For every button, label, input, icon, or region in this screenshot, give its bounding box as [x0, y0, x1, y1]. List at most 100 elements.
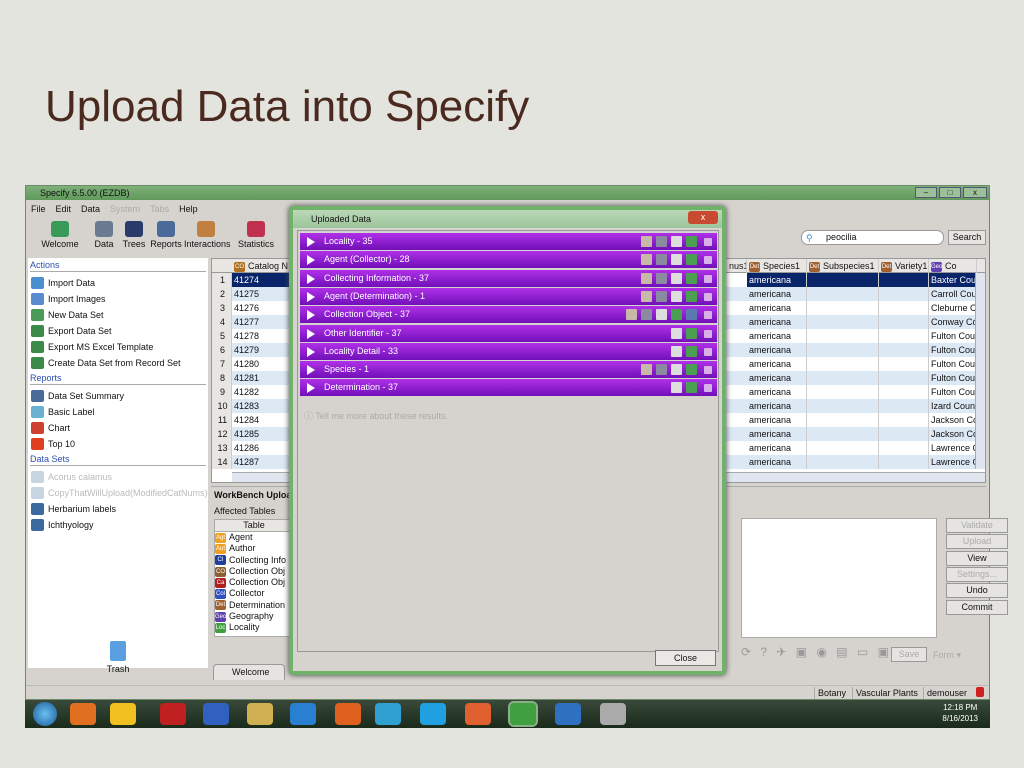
menu-file[interactable]: File — [31, 204, 46, 214]
export-icon[interactable] — [686, 364, 697, 376]
export-icon[interactable] — [686, 345, 697, 357]
tab-welcome[interactable]: Welcome — [213, 664, 285, 680]
menu-edit[interactable]: Edit — [56, 204, 72, 214]
taskbar-app-icon[interactable] — [290, 703, 316, 725]
close-icon[interactable] — [704, 256, 712, 265]
form-icon[interactable] — [641, 236, 652, 247]
tree-icon[interactable] — [671, 272, 682, 284]
close-icon[interactable] — [704, 384, 712, 393]
close-icon[interactable] — [704, 347, 712, 356]
sidebar-report[interactable]: Chart — [28, 420, 208, 436]
taskbar-app-icon[interactable] — [70, 703, 96, 725]
uploaded-table-bar[interactable]: Locality Detail - 33 — [300, 342, 717, 360]
sidebar-report[interactable]: Top 10 — [28, 436, 208, 452]
export-icon[interactable] — [686, 327, 697, 339]
sidebar-dataset[interactable]: Acorus calamus — [28, 469, 208, 485]
vertical-scrollbar[interactable] — [975, 273, 985, 469]
upload-button[interactable]: Upload — [946, 534, 1008, 550]
taskbar-app-icon[interactable] — [465, 703, 491, 725]
menu-system[interactable]: System — [110, 204, 140, 214]
view-button[interactable]: View — [946, 550, 1008, 566]
tree-icon[interactable] — [671, 382, 682, 394]
toolbar-statistics[interactable]: Statistics — [234, 217, 278, 249]
tree-icon[interactable] — [671, 345, 682, 357]
form-icon[interactable] — [626, 309, 637, 321]
report-icon[interactable] — [686, 309, 697, 321]
close-icon[interactable] — [704, 292, 712, 301]
uploaded-table-bar[interactable]: Determination - 37 — [300, 379, 717, 397]
taskbar-app-icon[interactable] — [600, 703, 626, 725]
tree-icon[interactable] — [671, 236, 682, 247]
close-icon[interactable] — [704, 238, 712, 246]
taskbar-app-icon[interactable] — [508, 701, 538, 727]
taskbar-app-icon[interactable] — [420, 703, 446, 725]
close-icon[interactable] — [704, 366, 712, 375]
uploaded-table-bar[interactable]: Other Identifier - 37 — [300, 324, 717, 342]
close-icon[interactable] — [704, 274, 712, 283]
sidebar-action[interactable]: New Data Set — [28, 307, 208, 323]
sidebar-dataset[interactable]: Herbarium labels — [28, 501, 208, 517]
search-button[interactable]: Search — [948, 230, 986, 245]
toolbar-interactions[interactable]: Interactions — [184, 217, 231, 249]
sidebar-action[interactable]: Import Data — [28, 275, 208, 291]
export-icon[interactable] — [686, 290, 697, 302]
validate-button[interactable]: Validate — [946, 518, 1008, 533]
tree-icon[interactable] — [671, 290, 682, 302]
undo-button[interactable]: Undo — [946, 583, 1008, 599]
grid-icon[interactable] — [656, 254, 667, 266]
close-window-button[interactable]: x — [963, 187, 987, 198]
uploaded-table-bar[interactable]: Locality - 35 — [300, 233, 717, 250]
taskbar-app-icon[interactable] — [555, 703, 581, 725]
uploaded-table-bar[interactable]: Collection Object - 37 — [300, 306, 717, 324]
export-icon[interactable] — [686, 254, 697, 266]
dialog-close-icon[interactable]: x — [688, 211, 718, 224]
maximize-button[interactable]: □ — [939, 187, 961, 198]
grid-icon[interactable] — [656, 364, 667, 376]
sidebar-action[interactable]: Export MS Excel Template — [28, 339, 208, 355]
close-icon[interactable] — [704, 329, 712, 338]
form-button[interactable]: Form ▾ — [933, 650, 961, 661]
uploaded-table-bar[interactable]: Agent (Collector) - 28 — [300, 251, 717, 269]
sidebar-dataset[interactable]: Ichthyology — [28, 517, 208, 533]
tree-icon[interactable] — [671, 254, 682, 266]
menu-data[interactable]: Data — [81, 204, 100, 214]
start-button[interactable] — [33, 702, 57, 726]
menu-help[interactable]: Help — [179, 204, 198, 214]
commit-button[interactable]: Commit — [946, 599, 1008, 615]
uploaded-table-bar[interactable]: Species - 1 — [300, 361, 717, 379]
uploaded-table-bar[interactable]: Agent (Determination) - 1 — [300, 287, 717, 305]
trash[interactable]: Trash — [28, 641, 208, 674]
form-icon[interactable] — [641, 254, 652, 266]
form-icon[interactable] — [641, 272, 652, 284]
grid-icon[interactable] — [656, 290, 667, 302]
grid-icon[interactable] — [641, 309, 652, 321]
sidebar-action[interactable]: Export Data Set — [28, 323, 208, 339]
form-icon[interactable] — [641, 290, 652, 302]
settings-button[interactable]: Settings... — [946, 566, 1008, 582]
toolbar-reports[interactable]: Reports — [144, 217, 188, 249]
tree-icon[interactable] — [671, 327, 682, 339]
export-icon[interactable] — [686, 236, 697, 247]
taskbar-app-icon[interactable] — [375, 703, 401, 725]
sidebar-action[interactable]: Create Data Set from Record Set — [28, 355, 208, 371]
sidebar-report[interactable]: Basic Label — [28, 404, 208, 420]
sidebar-dataset[interactable]: CopyThatWillUpload(ModifiedCatNums) — [28, 485, 208, 501]
export-icon[interactable] — [686, 382, 697, 394]
close-icon[interactable] — [704, 311, 712, 320]
save-button[interactable]: Save — [891, 647, 927, 662]
toolbar-welcome[interactable]: Welcome — [38, 217, 82, 249]
taskbar-app-icon[interactable] — [110, 703, 136, 725]
help-link[interactable]: ⓘ Tell me more about these results. — [304, 409, 448, 422]
sidebar-report[interactable]: Data Set Summary — [28, 388, 208, 404]
taskbar-app-icon[interactable] — [335, 703, 361, 725]
close-button[interactable]: Close — [655, 650, 716, 666]
export-icon[interactable] — [671, 309, 682, 321]
grid-icon[interactable] — [656, 272, 667, 284]
taskbar-app-icon[interactable] — [160, 703, 186, 725]
taskbar-app-icon[interactable] — [203, 703, 229, 725]
search-input[interactable]: ⚲ peocilia — [801, 230, 944, 245]
grid-icon[interactable] — [656, 236, 667, 247]
sidebar-action[interactable]: Import Images — [28, 291, 208, 307]
export-icon[interactable] — [686, 272, 697, 284]
uploaded-table-bar[interactable]: Collecting Information - 37 — [300, 269, 717, 287]
